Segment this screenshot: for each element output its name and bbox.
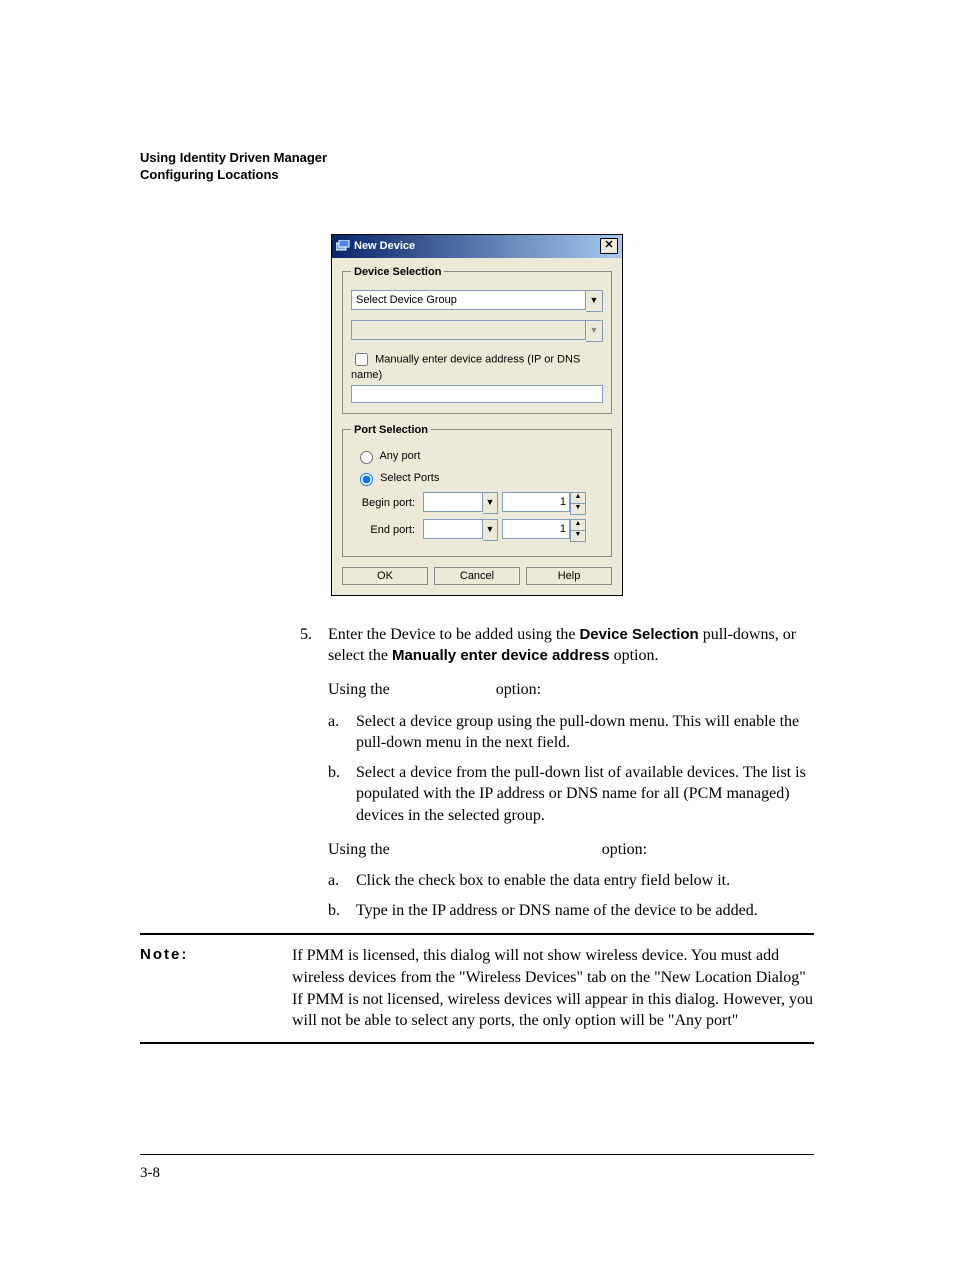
device-selection-legend: Device Selection <box>351 266 444 278</box>
chevron-down-icon[interactable]: ▼ <box>483 492 498 514</box>
step-5a: a. Select a device group using the pull-… <box>328 711 814 754</box>
begin-port-type-input[interactable] <box>423 492 483 512</box>
step-5a-number: a. <box>328 711 339 733</box>
chevron-down-icon: ▼ <box>586 320 603 342</box>
using-1-b: option: <box>496 681 541 698</box>
using-line-2: Using the option: <box>328 839 814 861</box>
new-device-dialog: New Device ✕ Device Selection ▼ ▼ <box>331 234 623 596</box>
using-1-a: Using the <box>328 681 390 698</box>
spin-down-icon[interactable]: ▼ <box>570 530 586 542</box>
begin-port-combo[interactable]: ▼ <box>423 492 498 514</box>
step-5-text-c: option. <box>610 647 659 664</box>
window-icon <box>336 240 350 252</box>
chevron-down-icon[interactable]: ▼ <box>483 519 498 541</box>
manual-entry-row[interactable]: Manually enter device address (IP or DNS… <box>351 350 603 381</box>
end-port-value[interactable] <box>502 519 570 539</box>
cancel-button[interactable]: Cancel <box>434 567 520 585</box>
page-number: 3-8 <box>140 1154 814 1182</box>
end-port-row: End port: ▼ ▲ ▼ <box>355 519 603 542</box>
begin-port-value[interactable] <box>502 492 570 512</box>
step-5-bold-a: Device Selection <box>579 626 698 643</box>
dialog-titlebar[interactable]: New Device ✕ <box>332 235 622 258</box>
end-port-combo[interactable]: ▼ <box>423 519 498 541</box>
end-port-type-input[interactable] <box>423 519 483 539</box>
step-5: 5. Enter the Device to be added using th… <box>300 624 814 922</box>
end-port-spinner[interactable]: ▲ ▼ <box>502 519 586 542</box>
using-2-b: option: <box>602 841 647 858</box>
spin-up-icon[interactable]: ▲ <box>570 492 586 503</box>
device-selection-group: Device Selection ▼ ▼ Manually enter devi… <box>342 266 612 414</box>
step-5b-number: b. <box>328 762 340 784</box>
header-line-1: Using Identity Driven Manager <box>140 150 814 167</box>
close-button[interactable]: ✕ <box>600 238 618 254</box>
step-5b: b. Select a device from the pull-down li… <box>328 762 814 827</box>
step-5-2a: a. Click the check box to enable the dat… <box>328 870 814 892</box>
begin-port-spinner[interactable]: ▲ ▼ <box>502 492 586 515</box>
chevron-down-icon[interactable]: ▼ <box>586 290 603 312</box>
step-5-2b-text: Type in the IP address or DNS name of th… <box>356 902 758 919</box>
header-line-2: Configuring Locations <box>140 167 814 184</box>
begin-port-label: Begin port: <box>355 497 415 509</box>
note-label: Note: <box>140 945 268 1031</box>
step-5a-text: Select a device group using the pull-dow… <box>356 713 799 752</box>
step-5-2a-text: Click the check box to enable the data e… <box>356 872 730 889</box>
using-line-1: Using the option: <box>328 679 814 701</box>
select-ports-radio[interactable] <box>360 473 373 486</box>
manual-entry-checkbox[interactable] <box>355 353 368 366</box>
using-2-a: Using the <box>328 841 390 858</box>
device-group-combo[interactable]: ▼ <box>351 290 603 312</box>
step-5-text-a: Enter the Device to be added using the <box>328 626 579 643</box>
ok-button[interactable]: OK <box>342 567 428 585</box>
any-port-radio[interactable] <box>360 451 373 464</box>
dialog-title: New Device <box>354 240 596 252</box>
select-ports-row[interactable]: Select Ports <box>355 470 603 486</box>
step-5b-text: Select a device from the pull-down list … <box>356 764 806 824</box>
help-button[interactable]: Help <box>526 567 612 585</box>
select-ports-label: Select Ports <box>380 472 439 484</box>
any-port-row[interactable]: Any port <box>355 448 603 464</box>
step-5-2a-number: a. <box>328 870 339 892</box>
end-port-label: End port: <box>355 524 415 536</box>
spin-up-icon[interactable]: ▲ <box>570 519 586 530</box>
device-group-input[interactable] <box>351 290 586 310</box>
manual-address-input[interactable] <box>351 385 603 403</box>
step-5-2b-number: b. <box>328 900 340 922</box>
any-port-label: Any port <box>379 450 420 462</box>
port-selection-group: Port Selection Any port Select Ports Beg… <box>342 424 612 557</box>
manual-entry-label: Manually enter device address (IP or DNS… <box>351 353 580 381</box>
step-5-number: 5. <box>300 624 312 646</box>
device-combo: ▼ <box>351 320 603 342</box>
port-selection-legend: Port Selection <box>351 424 431 436</box>
spin-down-icon[interactable]: ▼ <box>570 503 586 515</box>
step-5-bold-b: Manually enter device address <box>392 647 610 664</box>
begin-port-row: Begin port: ▼ ▲ ▼ <box>355 492 603 515</box>
note-block: Note: If PMM is licensed, this dialog wi… <box>140 933 814 1043</box>
note-body: If PMM is licensed, this dialog will not… <box>292 945 814 1031</box>
page-header: Using Identity Driven Manager Configurin… <box>140 150 814 184</box>
step-5-2b: b. Type in the IP address or DNS name of… <box>328 900 814 922</box>
device-input <box>351 320 586 340</box>
